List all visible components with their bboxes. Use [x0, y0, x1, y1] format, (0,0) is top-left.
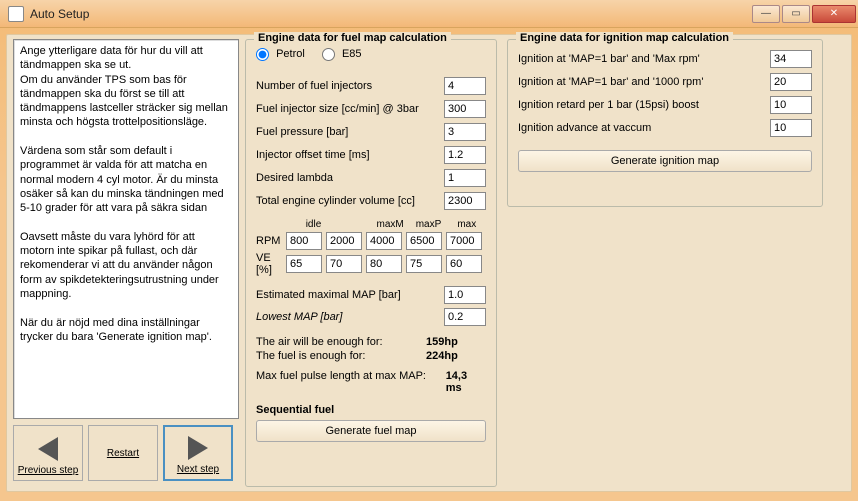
maximize-button[interactable]: ▭ — [782, 5, 810, 23]
content-pane: Ange ytterligare data för hur du vill at… — [6, 34, 852, 492]
app-icon — [8, 6, 24, 22]
ignition-legend: Engine data for ignition map calculation — [516, 32, 733, 44]
ve-label: VE [%] — [256, 252, 286, 276]
ve-idle-input[interactable] — [286, 255, 322, 273]
pulse-result-value: 14,3 ms — [446, 370, 486, 394]
offset-label: Injector offset time [ms] — [256, 149, 444, 161]
cylvol-label: Total engine cylinder volume [cc] — [256, 195, 444, 207]
previous-step-button[interactable]: Previous step — [13, 425, 83, 481]
lambda-input[interactable] — [444, 169, 486, 187]
ign-f2-input[interactable] — [770, 73, 812, 91]
generate-ignition-map-button[interactable]: Generate ignition map — [518, 150, 812, 172]
pulse-result-label: Max fuel pulse length at max MAP: — [256, 370, 446, 394]
fuel-result-label: The fuel is enough for: — [256, 350, 426, 362]
offset-input[interactable] — [444, 146, 486, 164]
rpm-maxm-input[interactable] — [366, 232, 402, 250]
rpm-1-input[interactable] — [326, 232, 362, 250]
instructions-text: Ange ytterligare data för hur du vill at… — [13, 39, 239, 419]
ign-f3-label: Ignition retard per 1 bar (15psi) boost — [518, 99, 770, 111]
ve-maxp-input[interactable] — [406, 255, 442, 273]
restart-button[interactable]: Restart — [88, 425, 158, 481]
ve-1-input[interactable] — [326, 255, 362, 273]
ign-f4-label: Ignition advance at vaccum — [518, 122, 770, 134]
pressure-input[interactable] — [444, 123, 486, 141]
titlebar: Auto Setup — ▭ ✕ — [0, 0, 858, 28]
rpm-maxp-input[interactable] — [406, 232, 442, 250]
ign-f3-input[interactable] — [770, 96, 812, 114]
ve-maxm-input[interactable] — [366, 255, 402, 273]
lambda-label: Desired lambda — [256, 172, 444, 184]
max-map-label: Estimated maximal MAP [bar] — [256, 289, 444, 301]
fuel-result-value: 224hp — [426, 350, 458, 362]
inj-size-input[interactable] — [444, 100, 486, 118]
ign-f4-input[interactable] — [770, 119, 812, 137]
e85-radio[interactable] — [322, 48, 335, 61]
sequential-fuel-label: Sequential fuel — [256, 404, 486, 416]
rpm-idle-input[interactable] — [286, 232, 322, 250]
next-step-button[interactable]: Next step — [163, 425, 233, 481]
max-map-input[interactable] — [444, 286, 486, 304]
fuel-groupbox: Engine data for fuel map calculation Pet… — [245, 39, 497, 487]
ve-max-input[interactable] — [446, 255, 482, 273]
injectors-input[interactable] — [444, 77, 486, 95]
petrol-radio[interactable] — [256, 48, 269, 61]
ign-f1-label: Ignition at 'MAP=1 bar' and 'Max rpm' — [518, 53, 770, 65]
air-result-value: 159hp — [426, 336, 458, 348]
ign-f1-input[interactable] — [770, 50, 812, 68]
ign-f2-label: Ignition at 'MAP=1 bar' and '1000 rpm' — [518, 76, 770, 88]
low-map-input[interactable] — [444, 308, 486, 326]
arrow-left-icon — [38, 437, 58, 461]
arrow-right-icon — [188, 436, 208, 460]
pressure-label: Fuel pressure [bar] — [256, 126, 444, 138]
minimize-button[interactable]: — — [752, 5, 780, 23]
fuel-legend: Engine data for fuel map calculation — [254, 32, 451, 44]
injectors-label: Number of fuel injectors — [256, 80, 444, 92]
petrol-radio-label[interactable]: Petrol — [256, 48, 308, 60]
grid-header: idle maxM maxP max — [256, 219, 486, 230]
cylvol-input[interactable] — [444, 192, 486, 210]
inj-size-label: Fuel injector size [cc/min] @ 3bar — [256, 103, 444, 115]
close-button[interactable]: ✕ — [812, 5, 856, 23]
rpm-label: RPM — [256, 235, 286, 247]
ignition-groupbox: Engine data for ignition map calculation… — [507, 39, 823, 207]
generate-fuel-map-button[interactable]: Generate fuel map — [256, 420, 486, 442]
rpm-max-input[interactable] — [446, 232, 482, 250]
e85-radio-label[interactable]: E85 — [322, 48, 362, 60]
air-result-label: The air will be enough for: — [256, 336, 426, 348]
window-title: Auto Setup — [30, 7, 752, 21]
low-map-label: Lowest MAP [bar] — [256, 311, 444, 323]
